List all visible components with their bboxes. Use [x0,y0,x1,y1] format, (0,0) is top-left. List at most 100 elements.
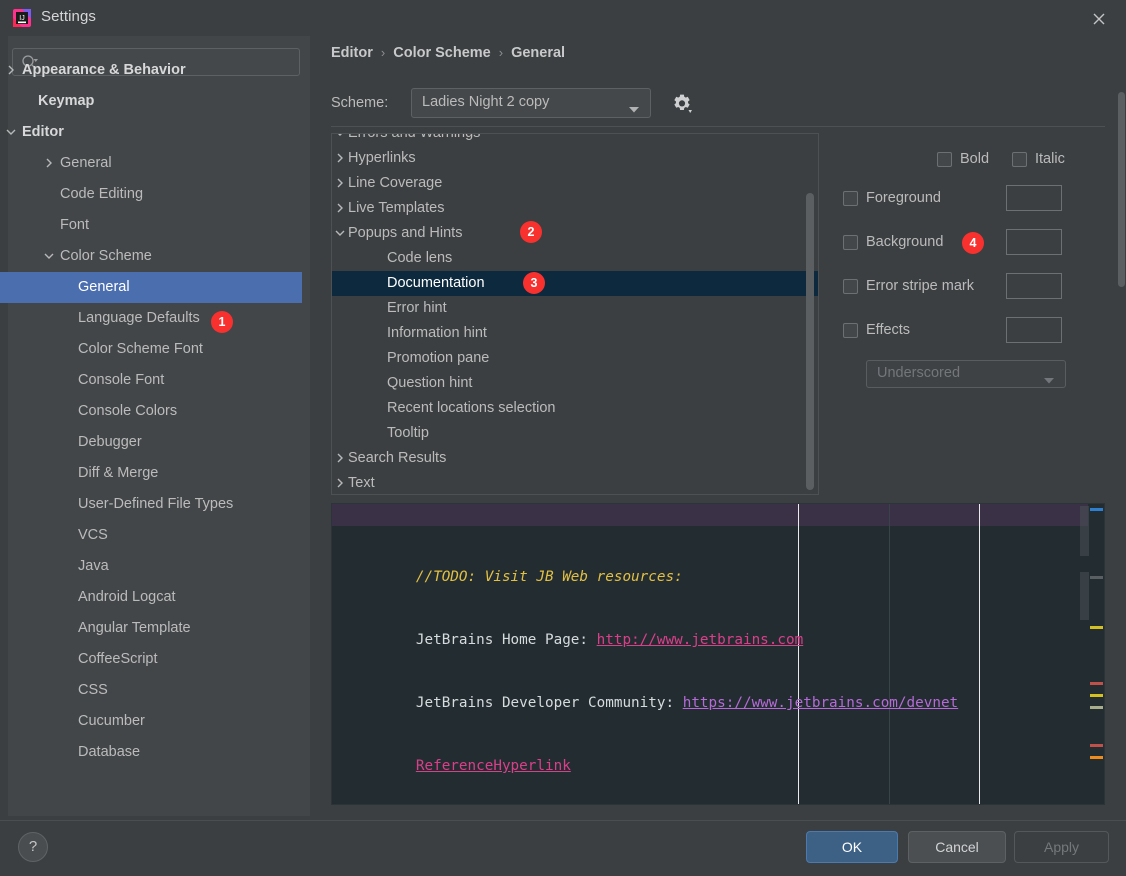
tree-item-errors-and-warnings[interactable]: Errors and Warnings [332,134,818,146]
chevron-down-icon[interactable] [332,221,348,246]
chevron-right-icon[interactable] [4,55,18,86]
chevron-down-icon[interactable] [4,117,18,148]
error-stripe-gutter[interactable] [1088,504,1104,804]
error-stripe-mark[interactable] [1090,576,1103,579]
help-button[interactable]: ? [18,832,48,862]
breadcrumb-separator: › [498,45,504,60]
sidebar-item-debugger[interactable]: Debugger [0,427,302,458]
settings-tree-scrollbar-thumb[interactable] [806,193,814,490]
error-stripe-mark[interactable] [1090,682,1103,685]
devnet-link[interactable]: https://www.jetbrains.com/devnet [683,695,958,711]
preview-scrollbar-thumb-2[interactable] [1080,572,1089,620]
foreground-checkbox[interactable] [843,191,858,206]
chevron-right-icon[interactable] [42,148,56,179]
chevron-right-icon[interactable] [332,471,348,494]
tree-item-question-hint[interactable]: Question hint [332,371,818,396]
apply-button[interactable]: Apply [1014,831,1109,863]
preview-code: //TODO: Visit JB Web resources: JetBrain… [332,504,1104,804]
tree-item-text[interactable]: Text [332,471,818,494]
reference-hyperlink[interactable]: ReferenceHyperlink [416,758,571,774]
sidebar-scrollbar-thumb[interactable] [1118,92,1125,287]
sidebar-item-database[interactable]: Database [0,737,302,768]
tree-item-recent-locations-selection[interactable]: Recent locations selection [332,396,818,421]
sidebar-item-coffeescript[interactable]: CoffeeScript [0,644,302,675]
code-line: JetBrains Developer Community: https://w… [332,672,1104,711]
home-page-link[interactable]: http://www.jetbrains.com [597,632,804,648]
tree-item-search-results[interactable]: Search Results [332,446,818,471]
chevron-down-icon[interactable] [42,241,56,272]
sidebar-item-label: Android Logcat [78,589,176,605]
tree-item-documentation[interactable]: Documentation [332,271,818,296]
sidebar-item-vcs[interactable]: VCS [0,520,302,551]
sidebar-item-editor[interactable]: Editor [0,117,302,148]
intellij-idea-icon: IJ [13,9,31,27]
chevron-right-icon[interactable] [332,446,348,471]
tree-item-tooltip[interactable]: Tooltip [332,421,818,446]
effects-color-swatch[interactable] [1006,317,1062,343]
breadcrumb: Editor › Color Scheme › General [331,45,565,61]
sidebar-item-language-defaults[interactable]: Language Defaults [0,303,302,334]
tree-item-label: Line Coverage [348,175,443,191]
foreground-color-swatch[interactable] [1006,185,1062,211]
chevron-right-icon[interactable] [332,171,348,196]
sidebar-item-diff-merge[interactable]: Diff & Merge [0,458,302,489]
sidebar-item-console-colors[interactable]: Console Colors [0,396,302,427]
sidebar-item-keymap[interactable]: Keymap [0,86,302,117]
tree-item-line-coverage[interactable]: Line Coverage [332,171,818,196]
tree-item-popups-and-hints[interactable]: Popups and Hints [332,221,818,246]
sidebar-item-java[interactable]: Java [0,551,302,582]
sidebar-item-general[interactable]: General [0,272,302,303]
chevron-right-icon[interactable] [332,196,348,221]
code-line: Inactive hyperlink in code: "http://jetb… [332,798,1104,804]
sidebar-item-label: Angular Template [78,620,191,636]
gear-icon[interactable] [670,92,694,116]
effect-type-dropdown[interactable]: Underscored [866,360,1066,388]
error-stripe-checkbox[interactable] [843,279,858,294]
bold-checkbox[interactable] [937,152,952,167]
code-preview[interactable]: //TODO: Visit JB Web resources: JetBrain… [331,503,1105,805]
error-stripe-mark[interactable] [1090,694,1103,697]
close-icon[interactable] [1086,6,1112,32]
background-color-swatch[interactable] [1006,229,1062,255]
sidebar-item-user-defined-file-types[interactable]: User-Defined File Types [0,489,302,520]
chevron-down-icon[interactable] [332,134,348,146]
tree-item-label: Popups and Hints [348,225,463,241]
tree-item-promotion-pane[interactable]: Promotion pane [332,346,818,371]
tree-item-hyperlinks[interactable]: Hyperlinks [332,146,818,171]
tree-item-live-templates[interactable]: Live Templates [332,196,818,221]
sidebar-item-console-font[interactable]: Console Font [0,365,302,396]
breadcrumb-item-general[interactable]: General [511,45,565,61]
background-checkbox[interactable] [843,235,858,250]
sidebar-item-label: Keymap [38,93,95,109]
code-line: //TODO: Visit JB Web resources: [332,546,1104,585]
breadcrumb-item-editor[interactable]: Editor [331,45,373,61]
scheme-dropdown[interactable]: Ladies Night 2 copy [411,88,651,118]
error-stripe-color-swatch[interactable] [1006,273,1062,299]
sidebar-item-android-logcat[interactable]: Android Logcat [0,582,302,613]
error-stripe-mark[interactable] [1090,744,1103,747]
error-stripe-mark[interactable] [1090,508,1103,511]
italic-checkbox[interactable] [1012,152,1027,167]
tree-item-error-hint[interactable]: Error hint [332,296,818,321]
sidebar-item-general[interactable]: General [0,148,302,179]
sidebar-item-css[interactable]: CSS [0,675,302,706]
error-stripe-mark[interactable] [1090,626,1103,629]
tree-item-code-lens[interactable]: Code lens [332,246,818,271]
chevron-right-icon[interactable] [332,146,348,171]
tree-item-information-hint[interactable]: Information hint [332,321,818,346]
tree-item-label: Text [348,475,375,491]
error-stripe-mark[interactable] [1090,756,1103,759]
preview-scrollbar-thumb[interactable] [1080,506,1089,556]
sidebar-item-color-scheme-font[interactable]: Color Scheme Font [0,334,302,365]
sidebar-item-cucumber[interactable]: Cucumber [0,706,302,737]
sidebar-item-font[interactable]: Font [0,210,302,241]
sidebar-item-color-scheme[interactable]: Color Scheme [0,241,302,272]
sidebar-item-code-editing[interactable]: Code Editing [0,179,302,210]
cancel-button[interactable]: Cancel [908,831,1006,863]
error-stripe-mark[interactable] [1090,706,1103,709]
breadcrumb-item-color-scheme[interactable]: Color Scheme [393,45,491,61]
effects-checkbox[interactable] [843,323,858,338]
ok-button[interactable]: OK [806,831,898,863]
sidebar-item-appearance-behavior[interactable]: Appearance & Behavior [0,55,302,86]
sidebar-item-angular-template[interactable]: Angular Template [0,613,302,644]
